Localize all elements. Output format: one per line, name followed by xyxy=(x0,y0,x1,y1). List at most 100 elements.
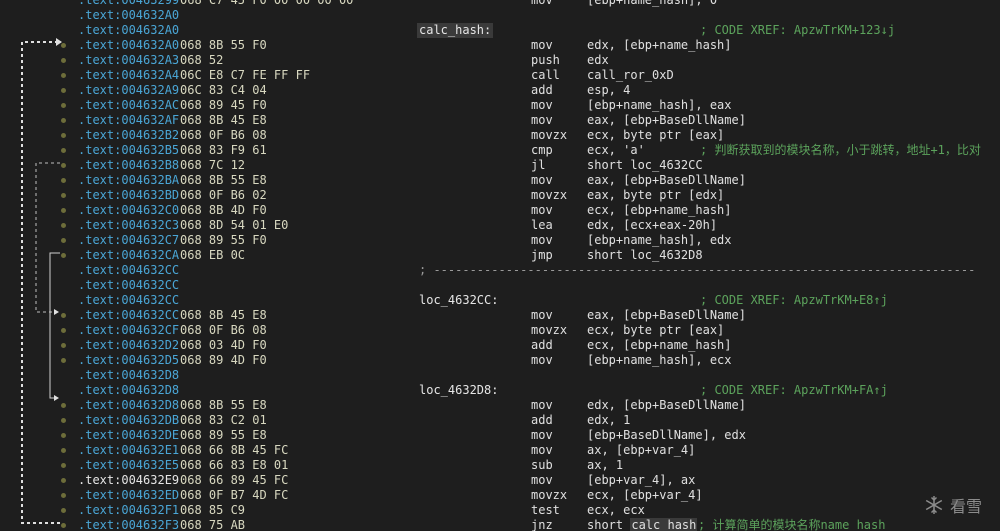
breakpoint-dot[interactable] xyxy=(61,58,66,63)
breakpoint-dot[interactable] xyxy=(61,463,66,468)
breakpoint-dot[interactable] xyxy=(61,433,66,438)
address[interactable]: .text:004632ED xyxy=(78,488,179,503)
address[interactable]: .text:004632F3 xyxy=(78,518,179,531)
code-line[interactable]: .text:00463299 068 C7 45 F0 00 00 00 00 mo… xyxy=(0,0,1000,8)
address[interactable]: .text:004632A0 xyxy=(78,8,179,23)
breakpoint-dot[interactable] xyxy=(61,88,66,93)
operands[interactable]: ecx, [ebp+name_hash] xyxy=(587,203,732,218)
operands[interactable]: eax, [ebp+BaseDllName] xyxy=(587,308,746,323)
mnemonic[interactable]: add xyxy=(531,338,553,353)
code-line[interactable]: .text:004632A3 068 52 push edx xyxy=(0,53,1000,68)
code-label[interactable]: loc_4632D8: xyxy=(419,383,498,398)
mnemonic[interactable]: lea xyxy=(531,218,553,233)
code-line[interactable]: .text:004632AF 068 8B 45 E8 mov eax, [ebp+B… xyxy=(0,113,1000,128)
code-line[interactable]: .text:004632D8 068 8B 55 E8 mov edx, [ebp+B… xyxy=(0,398,1000,413)
address[interactable]: .text:004632CC xyxy=(78,263,179,278)
code-line[interactable]: .text:004632CA 068 EB 0C jmp short loc_4632… xyxy=(0,248,1000,263)
address[interactable]: .text:004632CA xyxy=(78,248,179,263)
mnemonic[interactable]: movzx xyxy=(531,188,567,203)
disassembly-view[interactable]: .text:00463299 068 C7 45 F0 00 00 00 00 mo… xyxy=(0,0,1000,531)
operands[interactable]: [ebp+name_hash], 0 xyxy=(587,0,717,8)
address[interactable]: .text:004632D8 xyxy=(78,383,179,398)
code-line[interactable]: .text:004632D5 068 89 4D F0 mov [ebp+name_h… xyxy=(0,353,1000,368)
address[interactable]: .text:004632B5 xyxy=(78,143,179,158)
address[interactable]: .text:004632C0 xyxy=(78,203,179,218)
breakpoint-dot[interactable] xyxy=(61,448,66,453)
code-line[interactable]: .text:004632CC ; ------------------------… xyxy=(0,263,1000,278)
code-line[interactable]: .text:004632E5 068 66 83 E8 01 sub ax, 1 xyxy=(0,458,1000,473)
code-line[interactable]: .text:004632D8 loc_4632D8: ; CODE XREF: Ap… xyxy=(0,383,1000,398)
operands[interactable]: eax, [ebp+BaseDllName] xyxy=(587,173,746,188)
code-line[interactable]: .text:004632ED 068 0F B7 4D FC movzx ecx, [… xyxy=(0,488,1000,503)
operands[interactable]: short loc_4632CC xyxy=(587,158,703,173)
code-line[interactable]: .text:004632A9 06C 83 C4 04 add esp, 4 xyxy=(0,83,1000,98)
mnemonic[interactable]: call xyxy=(531,68,560,83)
code-line[interactable]: .text:004632A0 xyxy=(0,8,1000,23)
breakpoint-dot[interactable] xyxy=(61,328,66,333)
code-line[interactable]: .text:004632F1 068 85 C9 test ecx, ecx xyxy=(0,503,1000,518)
code-label[interactable]: calc_hash: xyxy=(417,23,494,38)
mnemonic[interactable]: add xyxy=(531,413,553,428)
address[interactable]: .text:004632B2 xyxy=(78,128,179,143)
operands[interactable]: ecx, 'a' xyxy=(587,143,645,158)
breakpoint-dot[interactable] xyxy=(61,493,66,498)
code-line[interactable]: .text:004632B2 068 0F B6 08 movzx ecx, byte… xyxy=(0,128,1000,143)
mnemonic[interactable]: mov xyxy=(531,308,553,323)
operands[interactable]: short loc_4632D8 xyxy=(587,248,703,263)
operands[interactable]: ecx, byte ptr [eax] xyxy=(587,128,724,143)
address[interactable]: .text:004632DB xyxy=(78,413,179,428)
code-line[interactable]: .text:004632DB 068 83 C2 01 add edx, 1 xyxy=(0,413,1000,428)
operands[interactable]: edx, [ecx+eax-20h] xyxy=(587,218,717,233)
breakpoint-dot[interactable] xyxy=(61,103,66,108)
code-line[interactable]: .text:004632DE 068 89 55 E8 mov [ebp+BaseDl… xyxy=(0,428,1000,443)
operands[interactable]: ax, [ebp+var_4] xyxy=(587,443,695,458)
address[interactable]: .text:004632BD xyxy=(78,188,179,203)
mnemonic[interactable]: cmp xyxy=(531,143,553,158)
breakpoint-dot[interactable] xyxy=(61,403,66,408)
breakpoint-dot[interactable] xyxy=(61,193,66,198)
code-line[interactable]: .text:004632D8 xyxy=(0,368,1000,383)
mnemonic[interactable]: jnz xyxy=(531,518,553,531)
mnemonic[interactable]: mov xyxy=(531,98,553,113)
mnemonic[interactable]: sub xyxy=(531,458,553,473)
breakpoint-dot[interactable] xyxy=(61,43,66,48)
address[interactable]: .text:004632CF xyxy=(78,323,179,338)
mnemonic[interactable]: mov xyxy=(531,443,553,458)
address[interactable]: .text:004632A9 xyxy=(78,83,179,98)
mnemonic[interactable]: jl xyxy=(531,158,545,173)
operands[interactable]: [ebp+name_hash], eax xyxy=(587,98,732,113)
mnemonic[interactable]: mov xyxy=(531,473,553,488)
operands[interactable]: [ebp+BaseDllName], edx xyxy=(587,428,746,443)
mnemonic[interactable]: movzx xyxy=(531,323,567,338)
address[interactable]: .text:004632D8 xyxy=(78,368,179,383)
operands[interactable]: ecx, [ebp+var_4] xyxy=(587,488,703,503)
breakpoint-dot[interactable] xyxy=(61,478,66,483)
address[interactable]: .text:004632D5 xyxy=(78,353,179,368)
mnemonic[interactable]: test xyxy=(531,503,560,518)
mnemonic[interactable]: push xyxy=(531,53,560,68)
operands[interactable]: [ebp+name_hash], edx xyxy=(587,233,732,248)
address[interactable]: .text:004632CC xyxy=(78,308,179,323)
address[interactable]: .text:004632AC xyxy=(78,98,179,113)
code-line[interactable]: .text:004632C3 068 8D 54 01 E0 lea edx, [ec… xyxy=(0,218,1000,233)
breakpoint-dot[interactable] xyxy=(61,148,66,153)
operands[interactable]: [ebp+var_4], ax xyxy=(587,473,695,488)
mnemonic[interactable]: movzx xyxy=(531,488,567,503)
mnemonic[interactable]: mov xyxy=(531,233,553,248)
breakpoint-dot[interactable] xyxy=(61,253,66,258)
breakpoint-dot[interactable] xyxy=(61,343,66,348)
code-line[interactable]: .text:004632CC loc_4632CC: ; CODE XREF: Ap… xyxy=(0,293,1000,308)
address[interactable]: .text:004632CC xyxy=(78,293,179,308)
mnemonic[interactable]: mov xyxy=(531,113,553,128)
operands[interactable]: eax, byte ptr [edx] xyxy=(587,188,724,203)
breakpoint-dot[interactable] xyxy=(61,238,66,243)
breakpoint-dot[interactable] xyxy=(61,133,66,138)
mnemonic[interactable]: mov xyxy=(531,38,553,53)
address[interactable]: .text:004632C7 xyxy=(78,233,179,248)
highlighted-operand[interactable]: calc_hash xyxy=(630,518,698,531)
code-line[interactable]: .text:004632C0 068 8B 4D F0 mov ecx, [ebp+n… xyxy=(0,203,1000,218)
address[interactable]: .text:004632A4 xyxy=(78,68,179,83)
operands[interactable]: ecx, byte ptr [eax] xyxy=(587,323,724,338)
address[interactable]: .text:004632D2 xyxy=(78,338,179,353)
operands[interactable]: esp, 4 xyxy=(587,83,630,98)
